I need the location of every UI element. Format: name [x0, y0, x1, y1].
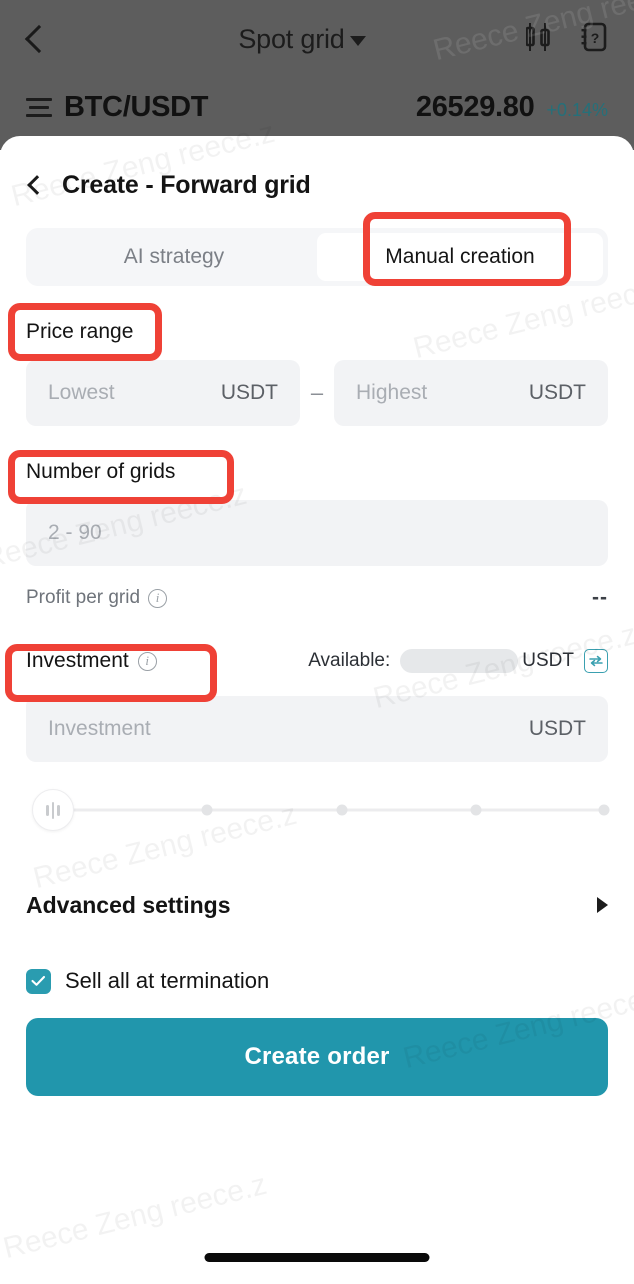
- mobile-screen: Spot grid ? BTC/USDT 26529.80 +0.14% Cre…: [0, 0, 634, 1284]
- highest-price-field[interactable]: Highest USDT: [334, 360, 608, 426]
- caret-down-icon: [349, 36, 366, 46]
- info-icon[interactable]: i: [148, 588, 168, 608]
- navigation-bar: Spot grid ?: [0, 0, 634, 78]
- chevron-left-icon: [24, 24, 54, 54]
- nav-actions: ?: [525, 22, 634, 57]
- investment-label: Investment i: [26, 649, 157, 673]
- advanced-settings-row[interactable]: Advanced settings: [26, 874, 608, 936]
- sheet-header: Create - Forward grid: [26, 136, 608, 216]
- pair-right: 26529.80 +0.14%: [416, 91, 608, 124]
- number-of-grids-label: Number of grids: [26, 460, 176, 483]
- available-amount-redacted: [400, 649, 519, 673]
- highest-price-unit: USDT: [528, 381, 586, 404]
- advanced-settings-label: Advanced settings: [26, 891, 231, 918]
- slider-tick-50[interactable]: [336, 804, 348, 816]
- help-book-icon[interactable]: ?: [580, 22, 608, 57]
- price-range-row: Lowest USDT – Highest USDT: [26, 360, 608, 426]
- pair-left: BTC/USDT: [26, 90, 209, 124]
- available-balance: Available: USDT: [308, 649, 608, 673]
- nav-back-button[interactable]: [0, 0, 78, 78]
- create-grid-sheet: Create - Forward grid AI strategy Manual…: [0, 136, 634, 1284]
- sell-all-label: Sell all at termination: [65, 968, 270, 993]
- tab-manual-creation[interactable]: Manual creation: [317, 233, 603, 281]
- home-indicator: [204, 1253, 430, 1262]
- nav-title-dropdown[interactable]: Spot grid: [78, 24, 526, 55]
- trading-pair-row[interactable]: BTC/USDT 26529.80 +0.14%: [0, 82, 634, 132]
- candlestick-chart-icon[interactable]: [525, 22, 554, 57]
- pair-symbol: BTC/USDT: [64, 90, 209, 123]
- slider-tick-25[interactable]: [201, 804, 213, 816]
- page-title: Create - Forward grid: [62, 170, 311, 199]
- dimmed-header-backdrop: Spot grid ? BTC/USDT 26529.80 +0.14%: [0, 0, 634, 150]
- number-of-grids-input[interactable]: 2 - 90: [48, 521, 102, 545]
- creation-mode-tabs: AI strategy Manual creation: [26, 228, 608, 286]
- slider-track[interactable]: [50, 808, 602, 812]
- sell-all-checkbox[interactable]: [26, 968, 51, 994]
- profit-per-grid-label: Profit per grid i: [26, 587, 168, 609]
- tab-ai-strategy[interactable]: AI strategy: [31, 233, 317, 281]
- slider-handle[interactable]: [32, 789, 74, 831]
- slider-tick-75[interactable]: [470, 804, 482, 816]
- lowest-price-field[interactable]: Lowest USDT: [26, 360, 300, 426]
- info-icon[interactable]: i: [137, 651, 157, 671]
- investment-amount-slider[interactable]: [26, 780, 610, 840]
- pair-price: 26529.80: [415, 90, 535, 123]
- available-label: Available:: [308, 650, 391, 671]
- range-separator: –: [310, 380, 324, 405]
- transfer-icon[interactable]: [584, 649, 608, 673]
- profit-per-grid-row: Profit per grid i --: [26, 572, 608, 624]
- checkmark-icon: [31, 975, 46, 986]
- profit-per-grid-value: --: [592, 586, 608, 609]
- chevron-left-icon: [27, 175, 47, 195]
- investment-unit: USDT: [528, 717, 586, 740]
- investment-header: Investment i Available: USDT: [26, 632, 608, 690]
- number-of-grids-field[interactable]: 2 - 90: [26, 500, 608, 566]
- sell-all-at-termination-row[interactable]: Sell all at termination: [26, 954, 608, 1008]
- chevron-right-icon: [597, 897, 608, 913]
- list-lines-icon[interactable]: [26, 97, 52, 117]
- available-unit: USDT: [522, 650, 574, 671]
- lowest-price-unit: USDT: [220, 381, 278, 404]
- slider-tick-100[interactable]: [598, 804, 610, 816]
- pair-change: +0.14%: [546, 99, 608, 120]
- lowest-price-input[interactable]: Lowest: [48, 381, 115, 405]
- investment-input[interactable]: Investment: [48, 717, 151, 741]
- price-range-label: Price range: [26, 320, 134, 343]
- highest-price-input[interactable]: Highest: [356, 381, 427, 405]
- svg-text:?: ?: [591, 30, 600, 46]
- sheet-back-button[interactable]: [26, 174, 48, 196]
- create-order-button[interactable]: Create order: [26, 1018, 608, 1096]
- nav-title: Spot grid: [238, 23, 345, 54]
- investment-field[interactable]: Investment USDT: [26, 696, 608, 762]
